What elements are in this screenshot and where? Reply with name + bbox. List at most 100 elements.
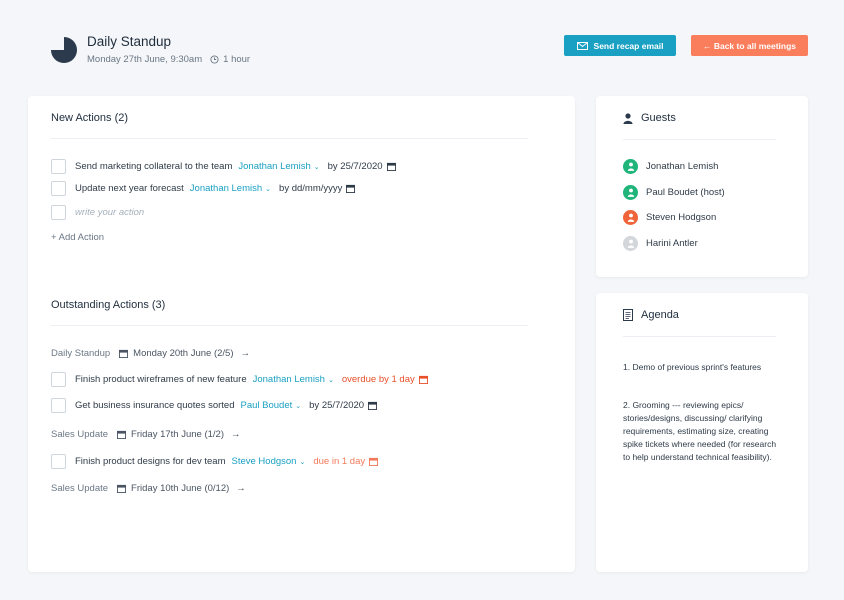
pie-chart-logo-icon — [51, 36, 77, 63]
due-value: 25/7/2020 — [321, 400, 365, 411]
divider — [51, 325, 528, 326]
guest-item: Steven Hodgson — [623, 210, 716, 225]
meeting-meta: Monday 27th June, 9:30am 1 hour — [87, 54, 250, 65]
guest-name: Steven Hodgson — [646, 212, 717, 223]
action-checkbox[interactable] — [51, 398, 66, 413]
due-prefix: by — [309, 400, 320, 411]
send-recap-email-button[interactable]: Send recap email — [564, 35, 676, 56]
avatar — [623, 236, 638, 251]
action-text: Update next year forecast — [75, 183, 184, 194]
action-checkbox[interactable] — [51, 372, 66, 387]
group-meeting-name: Sales Update — [51, 429, 109, 440]
action-text: Finish product designs for dev team — [75, 456, 226, 467]
guests-heading: Guests — [623, 112, 676, 124]
new-action-input[interactable]: write your action — [75, 207, 144, 218]
assignee-name: Jonathan Lemish — [238, 161, 311, 172]
due-value: due in 1 day — [313, 456, 366, 467]
due-value: 25/7/2020 — [340, 161, 383, 172]
group-meeting-name: Daily Standup — [51, 348, 111, 359]
action-checkbox[interactable] — [51, 159, 66, 174]
chevron-down-icon: ⌄ — [265, 185, 272, 193]
due-value: dd/mm/yyyy — [291, 183, 343, 194]
user-icon — [627, 239, 634, 248]
action-checkbox[interactable] — [51, 181, 66, 196]
agenda-item: 2. Grooming --- reviewing epics/ stories… — [623, 400, 777, 462]
assignee-dropdown[interactable]: Jonathan Lemish ⌄ — [238, 161, 319, 172]
guest-item: Jonathan Lemish — [623, 159, 718, 174]
chevron-down-icon: ⌄ — [299, 458, 306, 466]
meeting-header: Daily Standup Monday 27th June, 9:30am 1… — [50, 34, 250, 65]
action-row: Finish product designs for dev team Stev… — [51, 454, 379, 469]
calendar-icon — [346, 184, 356, 193]
back-to-all-meetings-button[interactable]: ← Back to all meetings — [691, 35, 808, 56]
due-value: overdue by 1 day — [341, 374, 415, 385]
due-prefix: by — [327, 161, 338, 172]
meeting-group-link[interactable]: Sales Update Friday 17th June (1/2) → — [51, 429, 240, 440]
divider — [623, 139, 776, 140]
due-date[interactable]: due in 1 day — [313, 456, 379, 467]
avatar — [623, 210, 638, 225]
user-icon — [627, 188, 634, 197]
calendar-icon — [119, 349, 129, 358]
send-recap-email-label: Send recap email — [593, 40, 664, 51]
action-row: Finish product wireframes of new feature… — [51, 372, 428, 387]
calendar-icon — [117, 430, 127, 439]
arrow-right-icon: → — [236, 483, 246, 494]
arrow-right-icon: → — [230, 429, 241, 440]
due-date[interactable]: overdue by 1 day — [342, 374, 428, 385]
calendar-icon — [418, 375, 428, 384]
agenda-card: Agenda 1. Demo of previous sprint's feat… — [596, 293, 808, 572]
clock-icon — [210, 55, 219, 64]
document-icon — [623, 309, 633, 321]
guest-name: Paul Boudet (host) — [646, 187, 725, 198]
avatar — [623, 185, 638, 200]
action-text: Send marketing collateral to the team — [75, 161, 233, 172]
chevron-down-icon: ⌄ — [327, 376, 334, 384]
group-meeting-date: Monday 20th June (2/5) — [133, 348, 234, 359]
calendar-icon — [369, 457, 379, 466]
meeting-group-link[interactable]: Daily Standup Monday 20th June (2/5) → — [51, 348, 250, 359]
actions-card: New Actions (2) Send marketing collatera… — [28, 96, 575, 572]
group-meeting-date: Friday 17th June (1/2) — [131, 429, 224, 440]
group-meeting-date: Friday 10th June (0/12) — [131, 483, 230, 494]
action-text: Finish product wireframes of new feature — [75, 374, 247, 385]
assignee-name: Steve Hodgson — [231, 456, 297, 467]
user-icon — [627, 213, 634, 222]
chevron-down-icon: ⌄ — [313, 163, 320, 171]
assignee-dropdown[interactable]: Jonathan Lemish ⌄ — [253, 374, 334, 385]
due-date[interactable]: by dd/mm/yyyy — [279, 183, 356, 194]
due-prefix: by — [279, 183, 290, 194]
guest-name: Jonathan Lemish — [646, 161, 719, 172]
guests-card: Guests Jonathan Lemish Paul Boudet (host… — [596, 96, 808, 277]
action-checkbox[interactable] — [51, 454, 66, 469]
add-action-button[interactable]: + Add Action — [51, 232, 104, 243]
meeting-duration: 1 hour — [223, 54, 251, 65]
assignee-name: Jonathan Lemish — [252, 374, 325, 385]
assignee-name: Jonathan Lemish — [189, 183, 263, 194]
chevron-down-icon: ⌄ — [295, 402, 302, 410]
guests-heading-text: Guests — [641, 112, 676, 124]
action-text: Get business insurance quotes sorted — [75, 400, 235, 411]
action-row: Update next year forecast Jonathan Lemis… — [51, 181, 356, 196]
assignee-dropdown[interactable]: Paul Boudet ⌄ — [240, 400, 301, 411]
action-row: Get business insurance quotes sorted Pau… — [51, 398, 378, 413]
due-date[interactable]: by 25/7/2020 — [328, 161, 396, 172]
user-icon — [627, 162, 634, 171]
meeting-group-link[interactable]: Sales Update Friday 10th June (0/12) → — [51, 483, 246, 494]
meeting-date: Monday 27th June, 9:30am — [87, 54, 203, 65]
action-row: Send marketing collateral to the team Jo… — [51, 159, 396, 174]
agenda-heading-text: Agenda — [641, 309, 679, 321]
avatar — [623, 159, 638, 174]
assignee-dropdown[interactable]: Steve Hodgson ⌄ — [232, 456, 306, 467]
guest-name: Harini Antler — [646, 238, 698, 249]
action-checkbox[interactable] — [51, 205, 66, 220]
guest-item: Paul Boudet (host) — [623, 185, 725, 200]
calendar-icon — [368, 401, 378, 410]
assignee-dropdown[interactable]: Jonathan Lemish ⌄ — [190, 183, 271, 194]
due-date[interactable]: by 25/7/2020 — [309, 400, 378, 411]
mail-icon — [576, 41, 588, 50]
back-to-all-meetings-label: ← Back to all meetings — [702, 40, 797, 51]
agenda-heading: Agenda — [623, 309, 679, 321]
user-icon — [623, 112, 633, 124]
group-meeting-name: Sales Update — [51, 483, 109, 494]
